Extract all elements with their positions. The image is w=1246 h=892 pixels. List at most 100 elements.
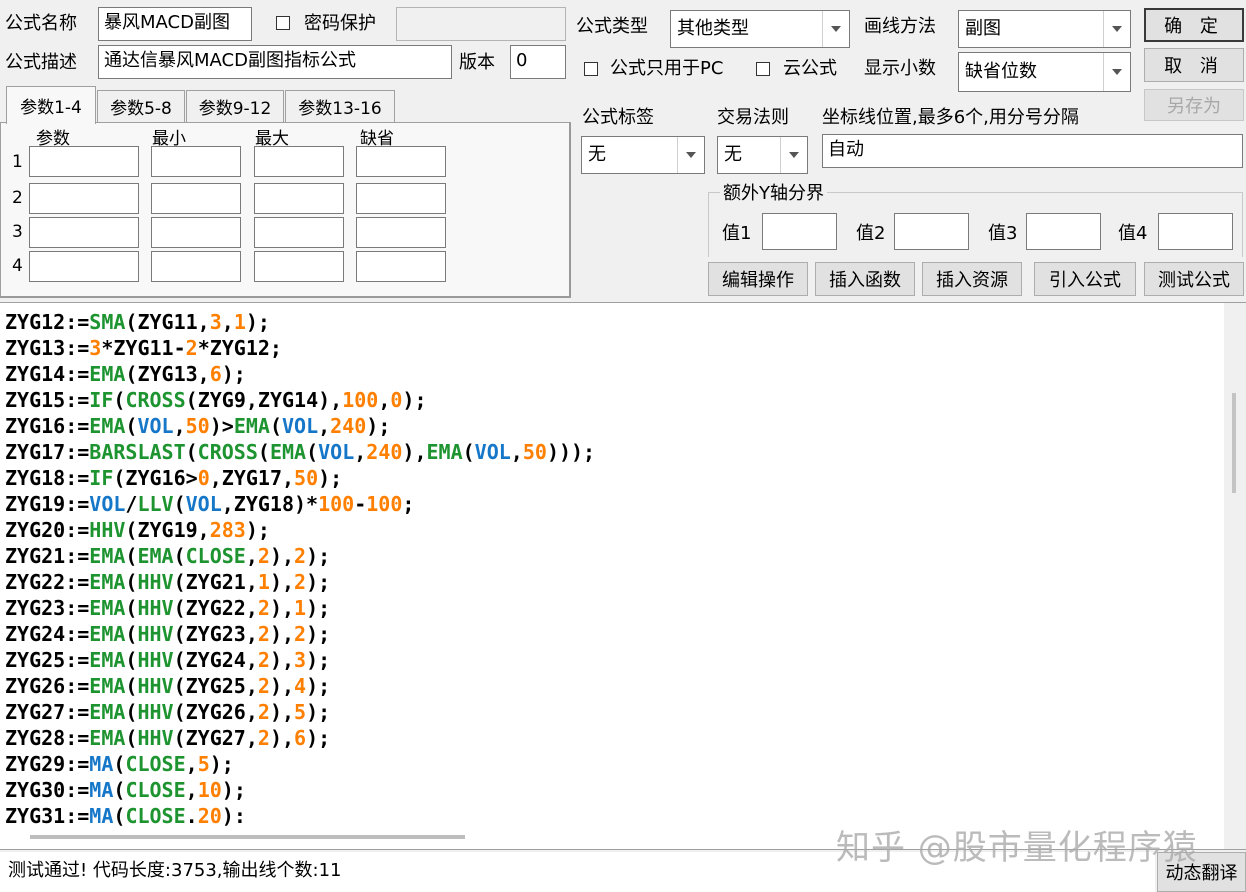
code-text-token: ZYG30:= bbox=[5, 778, 90, 802]
draw-method-select[interactable]: 副图 bbox=[958, 10, 1131, 48]
formula-type-select[interactable]: 其他类型 bbox=[670, 10, 850, 48]
param-2-name-input[interactable] bbox=[29, 183, 139, 214]
value4-input[interactable] bbox=[1158, 213, 1233, 250]
chevron-down-icon[interactable] bbox=[677, 137, 704, 173]
chevron-down-icon[interactable] bbox=[1103, 53, 1130, 91]
code-function: HHV bbox=[137, 648, 174, 672]
horizontal-scrollbar[interactable] bbox=[0, 827, 1224, 849]
formula-desc-input[interactable]: 通达信暴风MACD副图指标公式 bbox=[98, 45, 452, 79]
code-text-token: ( bbox=[125, 596, 138, 620]
param-3-default-input[interactable] bbox=[356, 217, 446, 248]
code-function: EMA bbox=[89, 648, 126, 672]
code-number: 3 bbox=[294, 648, 307, 672]
code-function: EMA bbox=[89, 726, 126, 750]
code-variable: VOL bbox=[89, 492, 126, 516]
code-number: 6 bbox=[294, 726, 307, 750]
axis-position-input[interactable]: 自动 bbox=[822, 134, 1243, 168]
code-line: ZYG28:=EMA(HHV(ZYG27,2),6); bbox=[5, 725, 595, 751]
password-checkbox[interactable] bbox=[276, 16, 290, 30]
code-text-token: (ZYG16> bbox=[113, 466, 198, 490]
code-variable: MA bbox=[89, 778, 114, 802]
trade-rule-select[interactable]: 无 bbox=[717, 136, 808, 174]
insert-function-button[interactable]: 插入函数 bbox=[815, 262, 915, 296]
param-1-min-input[interactable] bbox=[151, 146, 241, 177]
code-function: CROSS bbox=[197, 440, 258, 464]
tab-params-9-12[interactable]: 参数9-12 bbox=[186, 90, 284, 122]
tab-params-13-16[interactable]: 参数13-16 bbox=[285, 90, 395, 122]
chevron-down-icon[interactable] bbox=[1103, 11, 1130, 47]
decimal-select[interactable]: 缺省位数 bbox=[958, 52, 1131, 92]
param-2-min-input[interactable] bbox=[151, 183, 241, 214]
code-text-token: ( bbox=[125, 414, 138, 438]
code-editor[interactable]: ZYG12:=SMA(ZYG11,3,1); ZYG13:=3*ZYG11-2*Z… bbox=[0, 302, 1246, 850]
param-1-default-input[interactable] bbox=[356, 146, 446, 177]
code-text-token: ); bbox=[245, 518, 270, 542]
edit-operation-button[interactable]: 编辑操作 bbox=[708, 262, 808, 296]
param-4-name-input[interactable] bbox=[29, 251, 139, 282]
param-1-max-input[interactable] bbox=[254, 146, 344, 177]
code-text-token: ); bbox=[245, 310, 270, 334]
vertical-scroll-thumb[interactable] bbox=[1232, 393, 1236, 493]
param-4-min-input[interactable] bbox=[151, 251, 241, 282]
code-line: ZYG12:=SMA(ZYG11,3,1); bbox=[5, 309, 595, 335]
param-2-default-input[interactable] bbox=[356, 183, 446, 214]
code-text-token: ); bbox=[306, 596, 331, 620]
code-number: 3 bbox=[89, 336, 102, 360]
tab-params-1-4[interactable]: 参数1-4 bbox=[6, 86, 96, 124]
code-number: 50 bbox=[185, 414, 210, 438]
horizontal-scroll-thumb[interactable] bbox=[30, 835, 465, 839]
chevron-down-icon[interactable] bbox=[822, 11, 849, 47]
param-4-max-input[interactable] bbox=[254, 251, 344, 282]
value1-input[interactable] bbox=[762, 213, 837, 250]
tab-params-5-8[interactable]: 参数5-8 bbox=[97, 90, 185, 122]
code-number: 283 bbox=[209, 518, 246, 542]
code-text-token: ); bbox=[306, 726, 331, 750]
ok-button[interactable]: 确 定 bbox=[1144, 8, 1244, 42]
param-2-max-input[interactable] bbox=[254, 183, 344, 214]
code-number: 1 bbox=[233, 310, 246, 334]
password-input[interactable] bbox=[396, 7, 566, 41]
code-text-token: ); bbox=[306, 622, 331, 646]
param-3-name-input[interactable] bbox=[29, 217, 139, 248]
tag-select[interactable]: 无 bbox=[581, 136, 705, 174]
param-3-min-input[interactable] bbox=[151, 217, 241, 248]
import-formula-button[interactable]: 引入公式 bbox=[1034, 262, 1136, 296]
dynamic-translate-button[interactable]: 动态翻译 bbox=[1157, 852, 1246, 892]
code-text-token: ( bbox=[125, 622, 138, 646]
code-text-token: ZYG16:= bbox=[5, 414, 90, 438]
code-number: 2 bbox=[257, 700, 270, 724]
value3-input[interactable] bbox=[1026, 213, 1101, 250]
code-text-token: ), bbox=[269, 596, 295, 620]
cloud-checkbox[interactable] bbox=[756, 62, 770, 76]
value3-label: 值3 bbox=[988, 223, 1018, 244]
code-line: ZYG15:=IF(CROSS(ZYG9,ZYG14),100,0); bbox=[5, 387, 595, 413]
code-text-token: , bbox=[173, 414, 186, 438]
vertical-scrollbar[interactable] bbox=[1224, 303, 1246, 849]
insert-resource-button[interactable]: 插入资源 bbox=[922, 262, 1022, 296]
version-input[interactable]: 0 bbox=[510, 45, 566, 79]
code-text-token: - bbox=[354, 492, 367, 516]
code-text-token: ZYG23:= bbox=[5, 596, 90, 620]
code-text-token: ( bbox=[185, 440, 198, 464]
code-text[interactable]: ZYG12:=SMA(ZYG11,3,1); ZYG13:=3*ZYG11-2*Z… bbox=[5, 309, 595, 829]
param-3-max-input[interactable] bbox=[254, 217, 344, 248]
param-4-default-input[interactable] bbox=[356, 251, 446, 282]
version-label: 版本 bbox=[459, 52, 495, 73]
test-formula-button[interactable]: 测试公式 bbox=[1144, 262, 1244, 296]
param-1-name-input[interactable] bbox=[29, 146, 139, 177]
code-line: ZYG24:=EMA(HHV(ZYG23,2),2); bbox=[5, 621, 595, 647]
cancel-button[interactable]: 取 消 bbox=[1144, 48, 1244, 82]
code-function: IF bbox=[89, 466, 114, 490]
code-number: 100 bbox=[366, 492, 403, 516]
chevron-down-icon[interactable] bbox=[780, 137, 807, 173]
code-variable: VOL bbox=[318, 440, 355, 464]
pc-only-checkbox[interactable] bbox=[584, 62, 598, 76]
code-text-token: ZYG15:= bbox=[5, 388, 90, 412]
code-number: 240 bbox=[330, 414, 367, 438]
code-function: EMA bbox=[89, 544, 126, 568]
code-text-token: ); bbox=[402, 388, 427, 412]
value2-input[interactable] bbox=[894, 213, 969, 250]
code-variable: VOL bbox=[185, 492, 222, 516]
formula-name-input[interactable]: 暴风MACD副图 bbox=[98, 7, 252, 41]
save-as-button[interactable]: 另存为 bbox=[1144, 89, 1244, 121]
